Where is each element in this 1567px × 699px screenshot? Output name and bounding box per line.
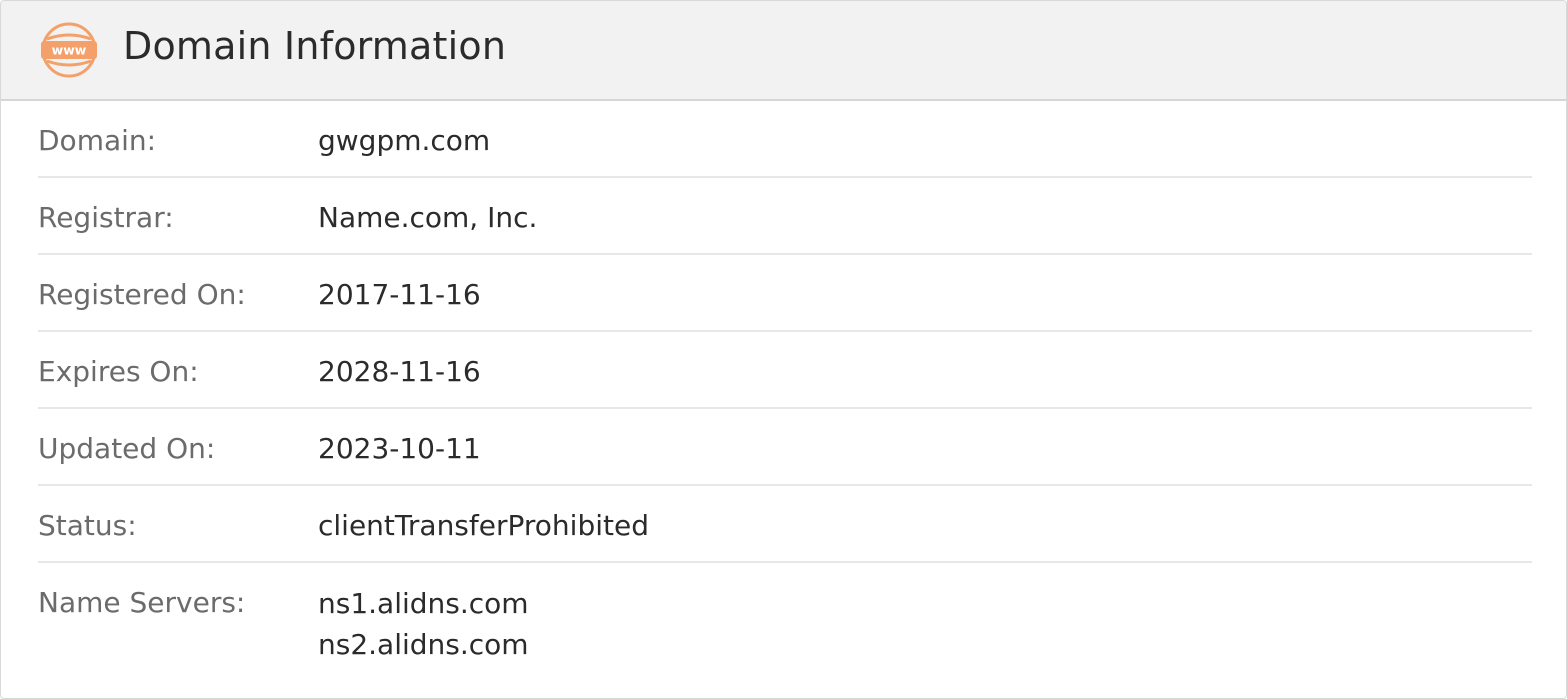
row-registrar: Registrar: Name.com, Inc. xyxy=(38,178,1532,255)
row-registered-on: Registered On: 2017-11-16 xyxy=(38,255,1532,332)
domain-label: Domain: xyxy=(38,124,157,157)
registrar-value: Name.com, Inc. xyxy=(318,201,538,234)
registrar-label: Registrar: xyxy=(38,201,174,234)
www-globe-icon: www xyxy=(38,22,100,78)
domain-value: gwgpm.com xyxy=(318,124,491,157)
domain-information-panel: www Domain Information Domain: gwgpm.com… xyxy=(0,0,1567,699)
row-name-servers: Name Servers: ns1.alidns.com ns2.alidns.… xyxy=(38,563,1532,679)
panel-title: Domain Information xyxy=(123,24,507,68)
expires-on-label: Expires On: xyxy=(38,355,199,388)
svg-text:www: www xyxy=(52,43,87,58)
panel-header: www Domain Information xyxy=(1,1,1566,101)
row-updated-on: Updated On: 2023-10-11 xyxy=(38,409,1532,486)
domain-info-list: Domain: gwgpm.com Registrar: Name.com, I… xyxy=(38,101,1532,679)
updated-on-value: 2023-10-11 xyxy=(318,432,481,465)
status-value: clientTransferProhibited xyxy=(318,509,649,542)
name-server-2: ns2.alidns.com xyxy=(318,628,529,661)
name-server-1: ns1.alidns.com xyxy=(318,587,529,620)
registered-on-value: 2017-11-16 xyxy=(318,278,481,311)
updated-on-label: Updated On: xyxy=(38,432,216,465)
registered-on-label: Registered On: xyxy=(38,278,246,311)
row-status: Status: clientTransferProhibited xyxy=(38,486,1532,563)
row-expires-on: Expires On: 2028-11-16 xyxy=(38,332,1532,409)
row-domain: Domain: gwgpm.com xyxy=(38,101,1532,178)
status-label: Status: xyxy=(38,509,137,542)
name-servers-label: Name Servers: xyxy=(38,586,246,619)
expires-on-value: 2028-11-16 xyxy=(318,355,481,388)
name-servers-values: ns1.alidns.com ns2.alidns.com xyxy=(318,563,529,667)
